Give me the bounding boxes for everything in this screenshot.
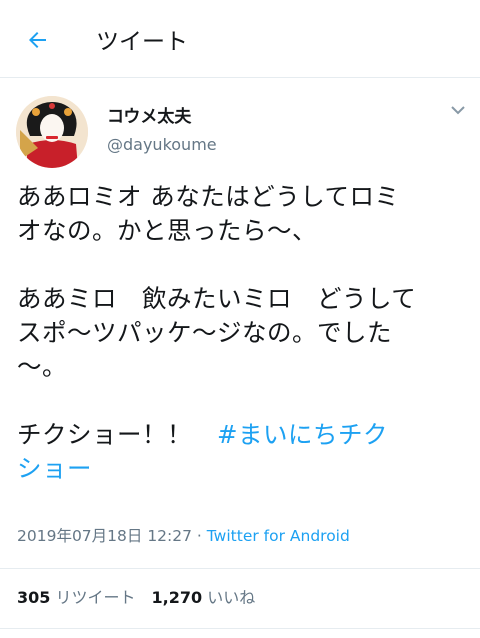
tweet-line: チクショー！！ #まいにちチク — [17, 418, 472, 452]
avatar[interactable] — [16, 96, 88, 168]
tweet-text-segment: チクショー！！ — [17, 420, 217, 449]
tweet-line: スポ〜ツパッケ〜ジなの。でした — [17, 318, 392, 347]
divider — [0, 628, 480, 629]
display-name[interactable]: コウメ太夫 — [107, 102, 191, 127]
divider — [0, 568, 480, 569]
tweet-line: ああロミオ あなたはどうしてロミ — [17, 182, 400, 211]
source-link[interactable]: Twitter for Android — [207, 527, 350, 545]
tweet-line: ああミロ 飲みたいミロ どうして — [17, 284, 417, 313]
likes-stat[interactable]: 1,270 いいね — [152, 588, 256, 607]
app-header: ツイート — [0, 0, 480, 78]
likes-count: 1,270 — [151, 588, 203, 607]
user-handle[interactable]: @dayukoume — [107, 135, 217, 154]
chevron-down-icon — [451, 105, 465, 114]
hashtag-link-continued[interactable]: ショー — [17, 454, 92, 483]
tweet-stats: 305 リツイート 1,270 いいね — [17, 584, 271, 608]
tweet-line: 〜。 — [17, 352, 67, 381]
hashtag-link[interactable]: #まいにちチク — [217, 420, 388, 449]
page-title: ツイート — [96, 29, 188, 55]
tweet-text: ああロミオ あなたはどうしてロミ オなの。かと思ったら〜、 ああミロ 飲みたいミ… — [17, 180, 472, 486]
likes-label: いいね — [202, 588, 256, 607]
tweet-meta: 2019年07月18日 12:27 · Twitter for Android — [17, 524, 350, 546]
tweet-line: ショー — [17, 452, 472, 486]
timestamp[interactable]: 2019年07月18日 12:27 · — [17, 527, 207, 545]
more-options-button[interactable] — [446, 100, 470, 120]
avatar-image — [16, 96, 88, 168]
retweets-count: 305 — [17, 588, 51, 607]
tweet-line: オなの。かと思ったら〜、 — [17, 216, 317, 245]
retweets-stat[interactable]: 305 リツイート — [17, 588, 136, 607]
retweets-label: リツイート — [50, 588, 136, 607]
arrow-left-icon — [29, 32, 46, 48]
back-button[interactable] — [22, 24, 54, 56]
